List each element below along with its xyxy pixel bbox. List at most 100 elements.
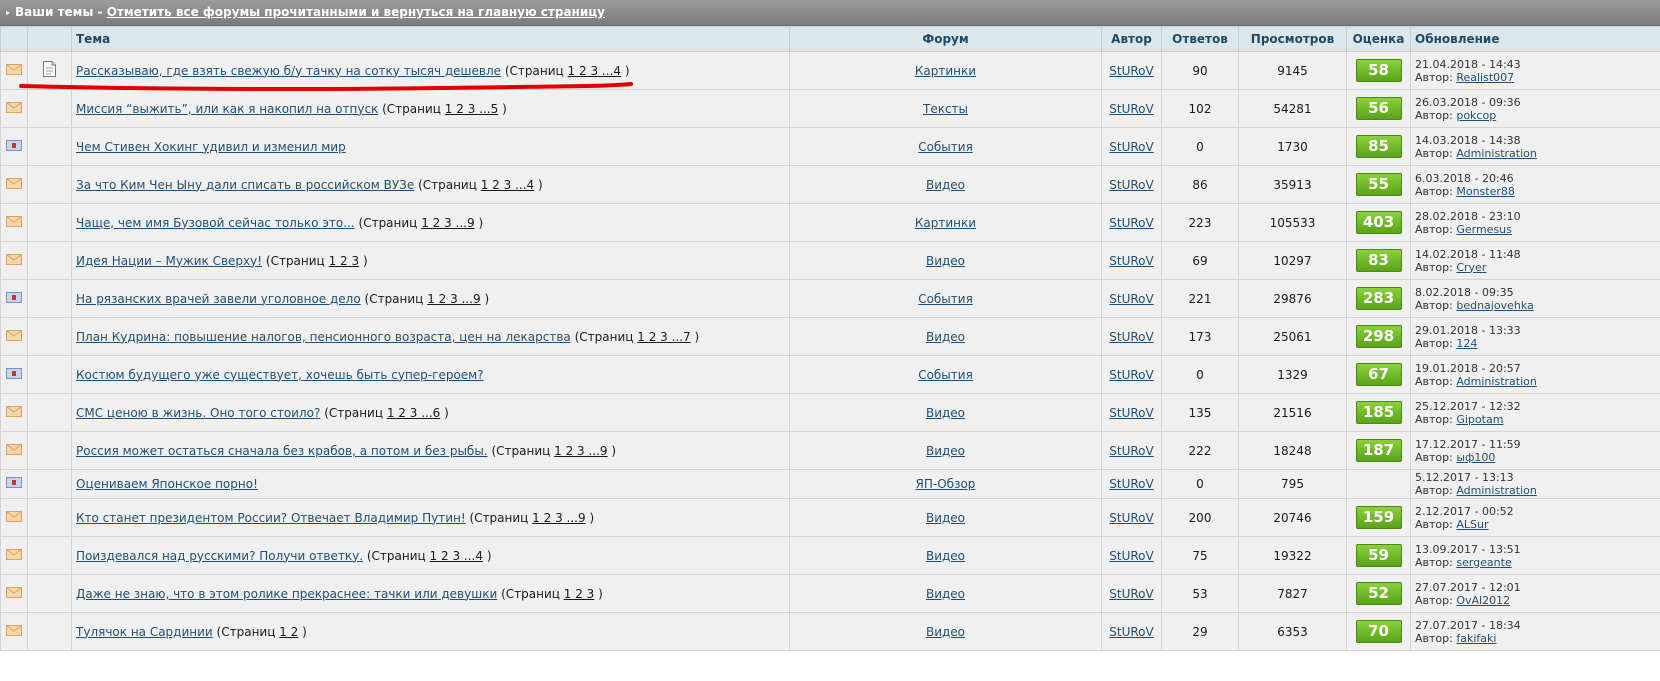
page-links[interactable]: 1 2 3 ...7	[637, 330, 690, 344]
forum-link[interactable]: Картинки	[915, 216, 976, 230]
last-author-link[interactable]: 124	[1456, 337, 1477, 350]
forum-link[interactable]: Картинки	[915, 64, 976, 78]
page-links[interactable]: 1 2 3 ...9	[427, 292, 480, 306]
author-link[interactable]: StURoV	[1109, 625, 1153, 639]
rating-badge: 83	[1355, 249, 1402, 272]
page-links[interactable]: 1 2 3 ...9	[532, 511, 585, 525]
forum-link[interactable]: Видео	[926, 587, 965, 601]
page-links[interactable]: 1 2 3 ...4	[481, 178, 534, 192]
page-links[interactable]: 1 2 3	[564, 587, 595, 601]
last-author-link[interactable]: ыф100	[1456, 451, 1495, 464]
topic-link[interactable]: Чаще, чем имя Бузовой сейчас только это.…	[76, 216, 355, 230]
author-link[interactable]: StURoV	[1109, 330, 1153, 344]
last-author-link[interactable]: bednajovehka	[1456, 299, 1533, 312]
forum-link[interactable]: Видео	[926, 625, 965, 639]
last-author-link[interactable]: ALSur	[1456, 518, 1488, 531]
topic-link[interactable]: Миссия “выжить”, или как я накопил на от…	[76, 102, 378, 116]
topic-link[interactable]: Рассказываю, где взять свежую б/у тачку …	[76, 64, 501, 78]
author-link[interactable]: StURoV	[1109, 64, 1153, 78]
author-link[interactable]: StURoV	[1109, 254, 1153, 268]
topic-link[interactable]: На рязанских врачей завели уголовное дел…	[76, 292, 361, 306]
forum-link[interactable]: Видео	[926, 406, 965, 420]
topic-link[interactable]: План Кудрина: повышение налогов, пенсион…	[76, 330, 571, 344]
rating-badge: 67	[1355, 363, 1402, 386]
topic-link[interactable]: Костюм будущего уже существует, хочешь б…	[76, 368, 484, 382]
pages-links: (Страниц 1 2 3 )	[265, 253, 368, 268]
author-link[interactable]: StURoV	[1109, 549, 1153, 563]
topic-link[interactable]: Кто станет президентом России? Отвечает …	[76, 511, 466, 525]
page-links[interactable]: 1 2 3 ...9	[421, 216, 474, 230]
topic-link[interactable]: Идея Нации – Мужик Сверху!	[76, 254, 262, 268]
page-links[interactable]: 1 2 3 ...4	[568, 64, 621, 78]
updated-cell: 28.02.2018 - 23:10 Автор: Germesus	[1410, 203, 1660, 242]
author-link[interactable]: StURoV	[1109, 178, 1153, 192]
topic-link[interactable]: Россия может остаться сначала без крабов…	[76, 444, 488, 458]
author-cell: StURoV	[1101, 89, 1162, 128]
topic-link[interactable]: СМС ценою в жизнь. Оно того стоило?	[76, 406, 320, 420]
author-link[interactable]: StURoV	[1109, 292, 1153, 306]
updated-date: 27.07.2017 - 18:34	[1415, 618, 1521, 632]
author-cell: StURoV	[1101, 355, 1162, 394]
author-link[interactable]: StURoV	[1109, 102, 1153, 116]
author-link[interactable]: StURoV	[1109, 140, 1153, 154]
last-author-link[interactable]: Gipotam	[1456, 413, 1503, 426]
pages-links: (Страниц 1 2 3 )	[501, 586, 603, 601]
topic-cell: Идея Нации – Мужик Сверху! (Страниц 1 2 …	[71, 241, 790, 280]
forum-link[interactable]: Видео	[926, 254, 965, 268]
page-links[interactable]: 1 2 3 ...5	[445, 102, 498, 116]
author-link[interactable]: StURoV	[1109, 444, 1153, 458]
views-cell: 35913	[1238, 165, 1347, 204]
page-links[interactable]: 1 2 3	[329, 254, 360, 268]
author-link[interactable]: StURoV	[1109, 587, 1153, 601]
last-author: Автор: pokcop	[1415, 108, 1497, 122]
replies-column-header[interactable]: Ответов	[1161, 26, 1239, 52]
last-author-link[interactable]: fakifaki	[1456, 632, 1496, 645]
author-link[interactable]: StURoV	[1109, 477, 1153, 491]
forum-column-header[interactable]: Форум	[789, 26, 1102, 52]
last-author-link[interactable]: OvAl2012	[1456, 594, 1510, 607]
author-link[interactable]: StURoV	[1109, 406, 1153, 420]
topic-link[interactable]: Поиздевался над русскими? Получи ответку…	[76, 549, 363, 563]
forum-link[interactable]: Видео	[926, 330, 965, 344]
last-author-link[interactable]: Administration	[1456, 484, 1537, 497]
replies-cell: 221	[1161, 279, 1239, 318]
forum-link[interactable]: События	[918, 368, 973, 382]
forum-link[interactable]: Видео	[926, 511, 965, 525]
last-author-link[interactable]: Monster88	[1456, 185, 1515, 198]
topic-link[interactable]: Тулячок на Сардинии	[76, 625, 213, 639]
page-links[interactable]: 1 2 3 ...9	[554, 444, 607, 458]
updated-column-header[interactable]: Обновление	[1410, 26, 1660, 52]
forum-link[interactable]: ЯП-Обзор	[916, 477, 976, 491]
last-author-link[interactable]: Germesus	[1456, 223, 1512, 236]
topic-link[interactable]: Чем Стивен Хокинг удивил и изменил мир	[76, 140, 346, 154]
page-links[interactable]: 1 2 3 ...6	[387, 406, 440, 420]
topic-column-header[interactable]: Тема	[71, 26, 790, 52]
topic-link[interactable]: За что Ким Чен Ыну дали списать в россий…	[76, 178, 414, 192]
forum-link[interactable]: События	[918, 140, 973, 154]
forum-cell: События	[789, 279, 1102, 318]
mark-all-read-link[interactable]: Отметить все форумы прочитанными и верну…	[107, 5, 605, 19]
last-author-link[interactable]: pokcop	[1456, 109, 1496, 122]
last-author-link[interactable]: Realist007	[1456, 71, 1514, 84]
last-author-link[interactable]: Administration	[1456, 147, 1537, 160]
page-links[interactable]: 1 2 3 ...4	[430, 549, 483, 563]
updated-cell: 21.04.2018 - 14:43 Автор: Realist007	[1410, 51, 1660, 90]
author-link[interactable]: StURoV	[1109, 368, 1153, 382]
author-link[interactable]: StURoV	[1109, 216, 1153, 230]
page-links[interactable]: 1 2	[279, 625, 298, 639]
author-column-header[interactable]: Автор	[1101, 26, 1162, 52]
forum-link[interactable]: Тексты	[923, 102, 968, 116]
forum-link[interactable]: Видео	[926, 444, 965, 458]
last-author-link[interactable]: Cryer	[1456, 261, 1486, 274]
forum-link[interactable]: События	[918, 292, 973, 306]
topic-link[interactable]: Оцениваем Японское порно!	[76, 477, 258, 491]
views-column-header[interactable]: Просмотров	[1238, 26, 1347, 52]
rating-column-header[interactable]: Оценка	[1346, 26, 1411, 52]
forum-link[interactable]: Видео	[926, 549, 965, 563]
last-author-link[interactable]: sergeante	[1456, 556, 1511, 569]
author-link[interactable]: StURoV	[1109, 511, 1153, 525]
forum-link[interactable]: Видео	[926, 178, 965, 192]
views-cell: 19322	[1238, 536, 1347, 575]
topic-link[interactable]: Даже не знаю, что в этом ролике прекрасн…	[76, 587, 497, 601]
last-author-link[interactable]: Administration	[1456, 375, 1537, 388]
